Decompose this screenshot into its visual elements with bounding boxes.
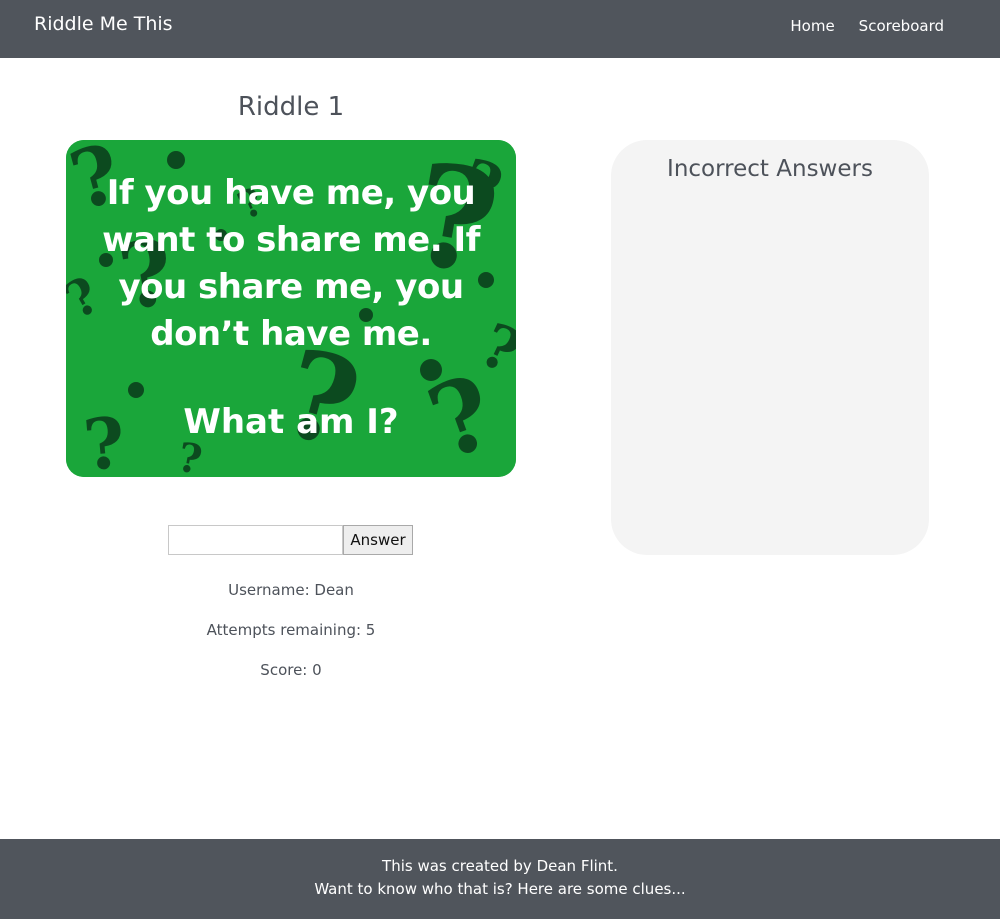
footer-credit: This was created by Dean Flint. (382, 857, 618, 875)
nav-links: Home Scoreboard (766, 17, 944, 35)
score-label: Score: 0 (260, 661, 322, 679)
riddle-question: What am I? (183, 402, 399, 442)
riddle-text: If you have me, you want to share me. If… (102, 173, 480, 354)
footer-clues: Want to know who that is? Here are some … (314, 880, 686, 898)
incorrect-answers-title: Incorrect Answers (667, 156, 873, 182)
riddle-title: Riddle 1 (237, 92, 345, 122)
riddle-image: ? ? ? ? ? ? ? ? ? ? ? If you have me, yo… (66, 140, 516, 477)
answer-form: Answer (168, 525, 413, 555)
incorrect-answers-panel: Incorrect Answers (611, 140, 929, 555)
answer-input[interactable] (168, 525, 343, 555)
footer: This was created by Dean Flint. Want to … (0, 839, 1000, 919)
brand-link[interactable]: Riddle Me This (34, 13, 173, 35)
nav-link-scoreboard[interactable]: Scoreboard (859, 17, 944, 35)
answer-button[interactable]: Answer (343, 525, 413, 555)
attempts-remaining-label: Attempts remaining: 5 (206, 621, 376, 639)
navbar: Riddle Me This Home Scoreboard (0, 0, 1000, 58)
nav-link-home[interactable]: Home (790, 17, 834, 35)
username-label: Username: Dean (228, 581, 354, 599)
